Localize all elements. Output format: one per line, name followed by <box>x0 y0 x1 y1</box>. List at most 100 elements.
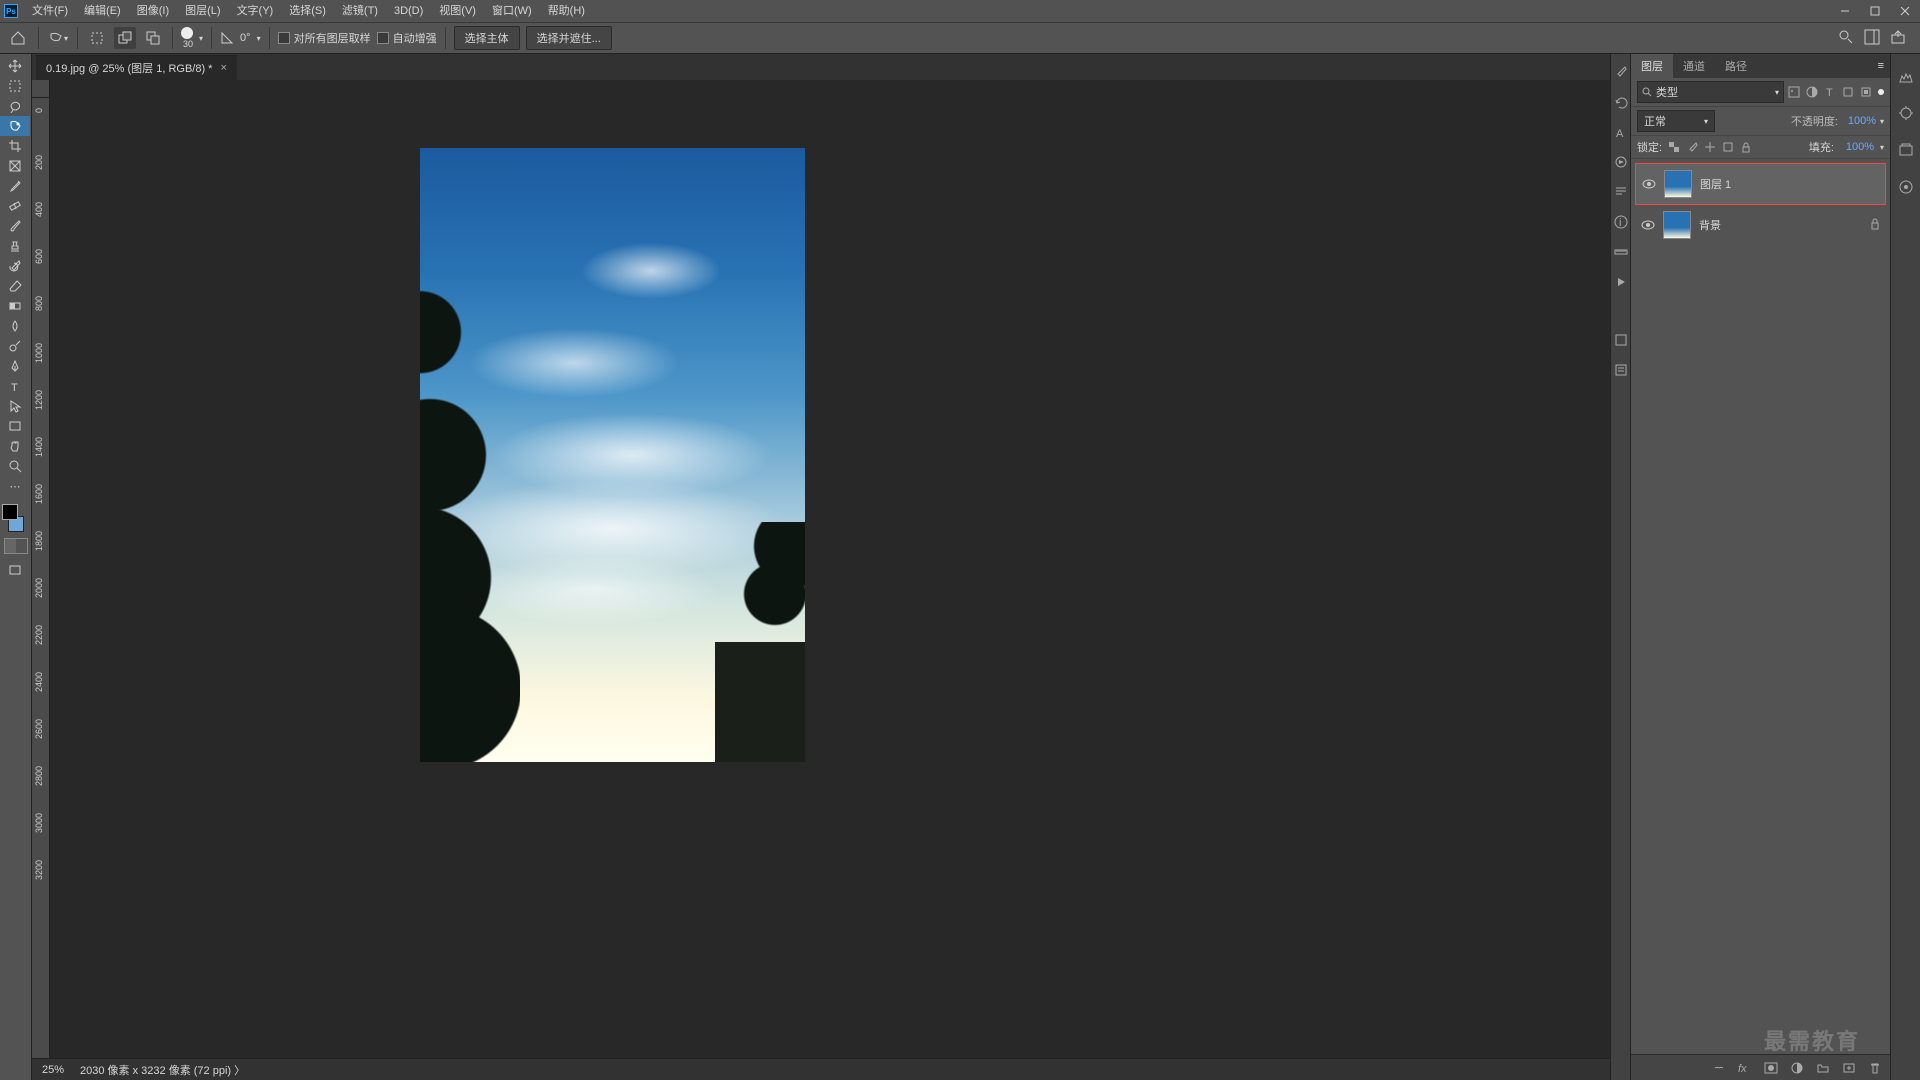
angle-value[interactable]: 0° <box>240 32 251 44</box>
tab-close-icon[interactable]: × <box>220 62 226 74</box>
shape-tool[interactable] <box>0 416 30 436</box>
panel-icon-brush[interactable] <box>1613 64 1629 80</box>
quick-selection-tool[interactable] <box>0 116 30 136</box>
text-tool[interactable]: T <box>0 376 30 396</box>
minimize-icon[interactable] <box>1830 0 1860 22</box>
add-selection-icon[interactable] <box>114 27 136 49</box>
select-and-mask-button[interactable]: 选择并遮住... <box>526 26 612 50</box>
tab-paths[interactable]: 路径 <box>1715 54 1757 78</box>
zoom-tool[interactable] <box>0 456 30 476</box>
delete-layer-icon[interactable] <box>1868 1062 1882 1074</box>
link-layers-icon[interactable] <box>1712 1062 1726 1074</box>
blend-mode-select[interactable]: 正常▾ <box>1637 110 1715 132</box>
menu-window[interactable]: 窗口(W) <box>484 0 540 22</box>
new-selection-icon[interactable] <box>86 27 108 49</box>
brush-preview[interactable]: 30 <box>181 27 193 49</box>
panel-icon-character[interactable]: A <box>1613 124 1629 140</box>
frame-tool[interactable] <box>0 156 30 176</box>
panel-icon-modifier[interactable] <box>1613 332 1629 348</box>
menu-view[interactable]: 视图(V) <box>431 0 484 22</box>
layer-kind-filter[interactable]: 类型 ▾ <box>1637 81 1784 103</box>
panel-icon-paragraph[interactable] <box>1613 184 1629 200</box>
opacity-value[interactable]: 100% <box>1842 115 1876 127</box>
sample-all-layers-checkbox[interactable]: 对所有图层取样 <box>278 30 371 46</box>
panel-icon-play[interactable] <box>1613 274 1629 290</box>
libraries-icon[interactable] <box>1898 142 1914 161</box>
lock-pixels-icon[interactable] <box>1686 141 1698 153</box>
canvas[interactable] <box>50 98 1610 1058</box>
panel-icon-measure[interactable] <box>1613 244 1629 260</box>
close-icon[interactable] <box>1890 0 1920 22</box>
lock-all-icon[interactable] <box>1740 141 1752 153</box>
more-tools-icon[interactable]: ⋯ <box>0 476 30 496</box>
filter-smart-icon[interactable] <box>1860 86 1872 98</box>
panel-icon-notes[interactable] <box>1613 362 1629 378</box>
zoom-level[interactable]: 25% <box>42 1064 64 1076</box>
layer-mask-icon[interactable] <box>1764 1062 1778 1074</box>
auto-enhance-checkbox[interactable]: 自动增强 <box>377 30 437 46</box>
screen-mode-icon[interactable] <box>0 560 30 580</box>
filter-shape-icon[interactable] <box>1842 86 1854 98</box>
path-select-tool[interactable] <box>0 396 30 416</box>
brush-tool[interactable] <box>0 216 30 236</box>
healing-tool[interactable] <box>0 196 30 216</box>
pen-tool[interactable] <box>0 356 30 376</box>
maximize-icon[interactable] <box>1860 0 1890 22</box>
filter-text-icon[interactable]: T <box>1824 86 1836 98</box>
quick-mask-toggle[interactable] <box>4 538 28 554</box>
foreground-color-swatch[interactable] <box>2 504 18 520</box>
menu-3d[interactable]: 3D(D) <box>386 0 431 22</box>
panel-icon-actions[interactable] <box>1613 154 1629 170</box>
fill-value[interactable]: 100% <box>1840 141 1874 153</box>
search-icon[interactable] <box>1838 29 1854 48</box>
eyedropper-tool[interactable] <box>0 176 30 196</box>
filter-adjust-icon[interactable] <box>1806 86 1818 98</box>
menu-type[interactable]: 文字(Y) <box>229 0 282 22</box>
workspace-icon[interactable] <box>1864 29 1880 48</box>
hand-tool[interactable] <box>0 436 30 456</box>
crop-tool[interactable] <box>0 136 30 156</box>
lasso-tool[interactable] <box>0 96 30 116</box>
menu-filter[interactable]: 滤镜(T) <box>334 0 386 22</box>
tool-preset-picker[interactable]: ▾ <box>47 27 69 49</box>
layer-item[interactable]: 背景 <box>1635 205 1886 245</box>
new-layer-icon[interactable] <box>1842 1062 1856 1074</box>
history-brush-tool[interactable] <box>0 256 30 276</box>
panel-menu-icon[interactable]: ≡ <box>1872 54 1890 78</box>
lock-transparency-icon[interactable] <box>1668 141 1680 153</box>
adjustment-layer-icon[interactable] <box>1790 1062 1804 1074</box>
filter-toggle[interactable] <box>1878 89 1884 95</box>
new-group-icon[interactable] <box>1816 1062 1830 1074</box>
color-swatches[interactable] <box>0 504 28 532</box>
panel-icon-info[interactable]: i <box>1613 214 1629 230</box>
vertical-ruler[interactable]: 0200400600800100012001400160018002000220… <box>32 98 50 1058</box>
visibility-toggle[interactable] <box>1641 218 1655 232</box>
adjustments-icon[interactable] <box>1898 105 1914 124</box>
dodge-tool[interactable] <box>0 336 30 356</box>
menu-select[interactable]: 选择(S) <box>281 0 334 22</box>
layer-fx-icon[interactable]: fx <box>1738 1062 1752 1074</box>
subtract-selection-icon[interactable] <box>142 27 164 49</box>
stamp-tool[interactable] <box>0 236 30 256</box>
share-icon[interactable] <box>1890 29 1906 48</box>
menu-help[interactable]: 帮助(H) <box>540 0 593 22</box>
gradient-tool[interactable] <box>0 296 30 316</box>
layer-item[interactable]: 图层 1 <box>1635 163 1886 205</box>
document-tab[interactable]: 0.19.jpg @ 25% (图层 1, RGB/8) * × <box>36 55 237 80</box>
eraser-tool[interactable] <box>0 276 30 296</box>
menu-edit[interactable]: 编辑(E) <box>76 0 129 22</box>
home-button[interactable] <box>6 26 30 50</box>
menu-file[interactable]: 文件(F) <box>24 0 76 22</box>
menu-layer[interactable]: 图层(L) <box>177 0 228 22</box>
lock-artboard-icon[interactable] <box>1722 141 1734 153</box>
visibility-toggle[interactable] <box>1642 177 1656 191</box>
select-subject-button[interactable]: 选择主体 <box>454 26 520 50</box>
blur-tool[interactable] <box>0 316 30 336</box>
histogram-icon[interactable] <box>1898 72 1914 87</box>
tab-channels[interactable]: 通道 <box>1673 54 1715 78</box>
menu-image[interactable]: 图像(I) <box>129 0 177 22</box>
panel-icon-history[interactable] <box>1613 94 1629 110</box>
move-tool[interactable] <box>0 56 30 76</box>
tab-layers[interactable]: 图层 <box>1631 54 1673 78</box>
filter-pixel-icon[interactable] <box>1788 86 1800 98</box>
